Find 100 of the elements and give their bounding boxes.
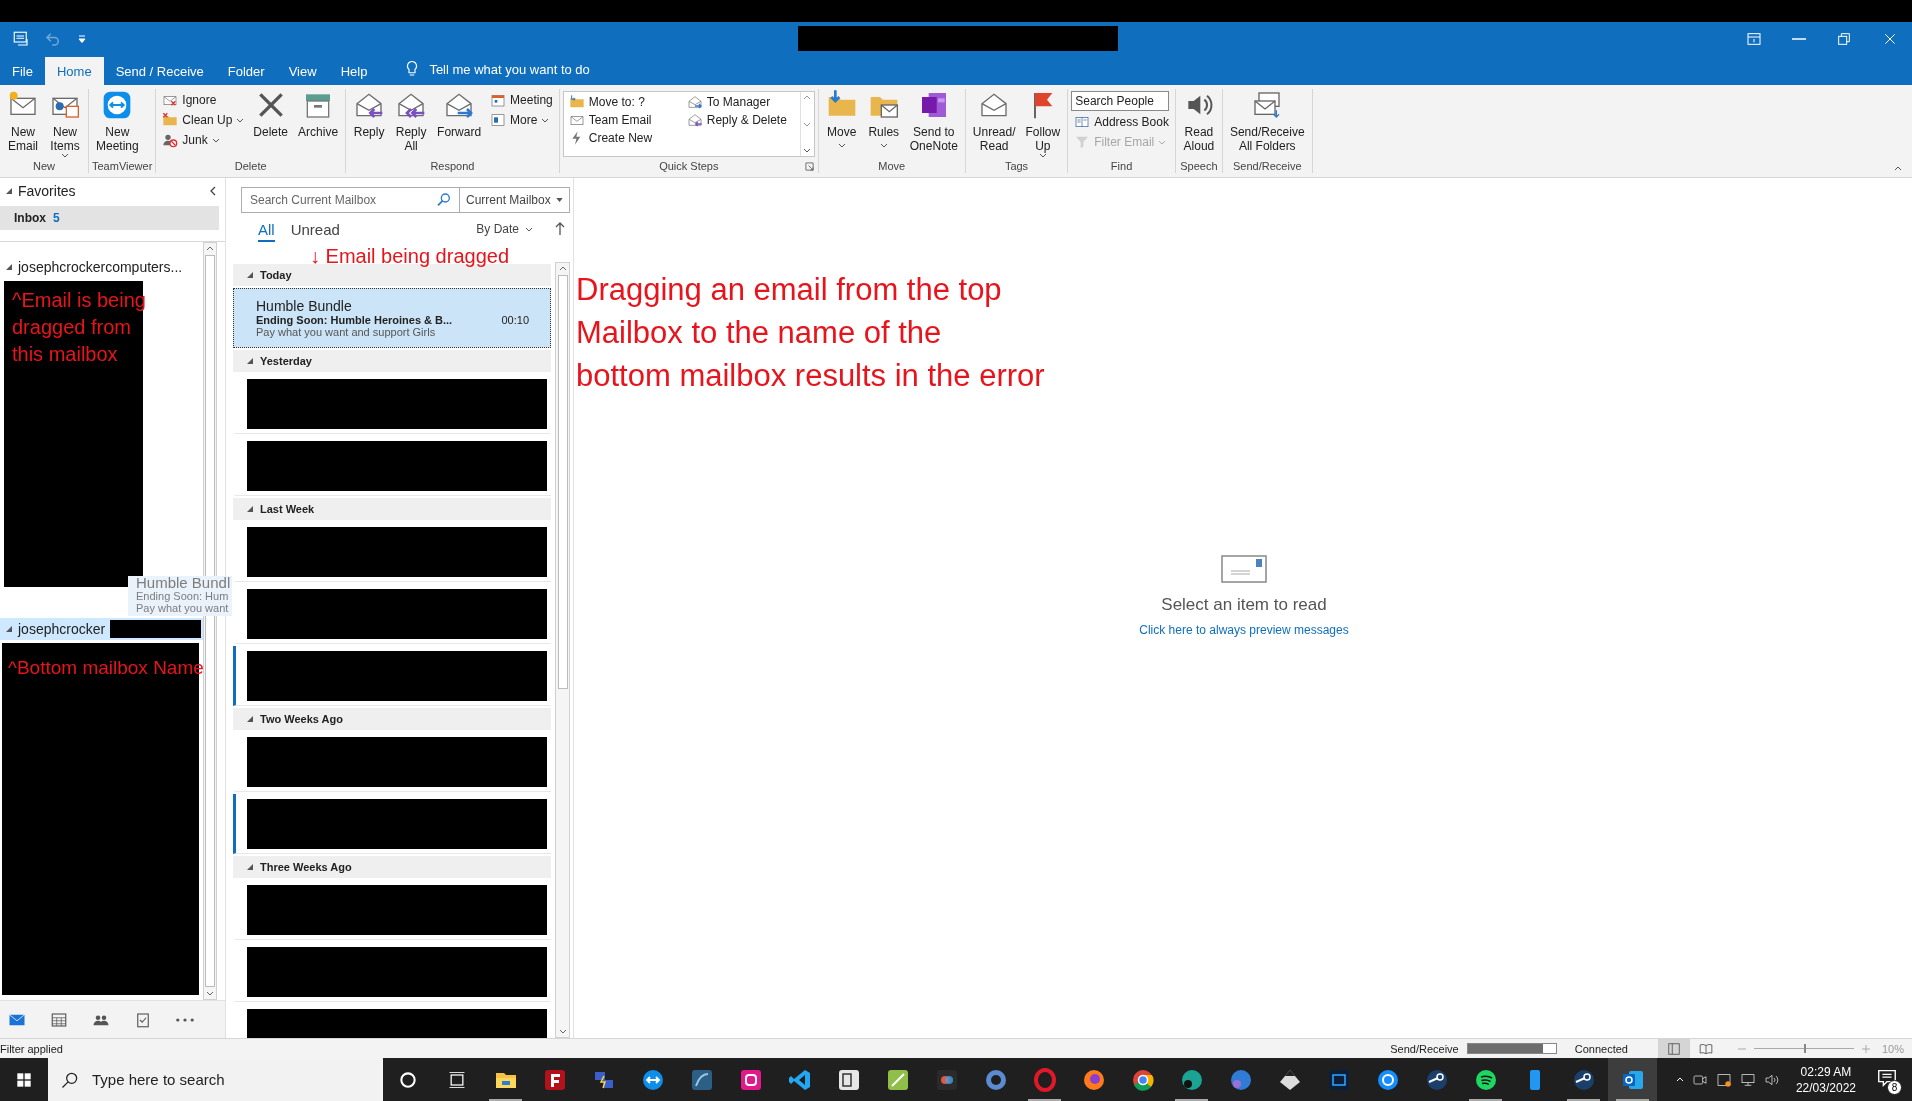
collapse-icon[interactable]	[209, 186, 217, 196]
zoom-level: 10%	[1881, 1042, 1904, 1055]
quick-step-button[interactable]: Create New	[565, 129, 680, 147]
ribbon-button[interactable]: New Email	[3, 89, 43, 153]
account-header[interactable]: josephcrocker	[0, 618, 203, 640]
quick-step-button[interactable]: Team Email	[565, 111, 680, 129]
group-label: New	[33, 159, 55, 173]
annotation-text: ↓ Email being dragged	[310, 245, 509, 267]
search-icon	[436, 192, 452, 208]
section-title[interactable]: Favorites	[18, 183, 76, 199]
app-icon	[1571, 1067, 1596, 1092]
ribbon-button[interactable]: More	[487, 111, 556, 129]
reading-view-icon	[1698, 1041, 1713, 1056]
ribbon-options-icon	[1746, 30, 1762, 47]
restore-icon	[1836, 30, 1852, 47]
group-header[interactable]: Three Weeks Ago	[233, 856, 551, 878]
envelope-icon	[686, 112, 703, 128]
normal-view-icon	[1666, 1041, 1681, 1056]
notifications-button[interactable]: 8	[1872, 1064, 1902, 1095]
app-icon	[542, 1067, 567, 1092]
account-header[interactable]: josephcrockercomputers...	[0, 256, 203, 278]
search-people-field[interactable]: Search People	[1071, 91, 1170, 111]
customize-icon	[76, 32, 88, 45]
ribbon-button[interactable]: Delete	[249, 89, 293, 139]
ribbon-button[interactable]: Rules	[863, 89, 904, 148]
ribbon-button[interactable]: Clean Up	[159, 111, 248, 129]
message-item[interactable]	[233, 794, 551, 854]
tell-me-field[interactable]: Tell me what you want to do	[379, 57, 602, 85]
notification-count: 8	[1887, 1079, 1902, 1095]
ribbon-button[interactable]: Reply	[349, 89, 390, 139]
ribbon-button[interactable]: New Items	[45, 89, 85, 158]
dialog-launcher-icon[interactable]	[804, 162, 814, 171]
app-icon	[787, 1067, 812, 1092]
scope-dropdown[interactable]: Current Mailbox	[460, 187, 570, 213]
ribbon-button[interactable]: Unread/ Read	[968, 89, 1020, 153]
calendar-icon	[490, 92, 507, 108]
ribbon-tab[interactable]: View	[276, 57, 329, 85]
ribbon-button[interactable]: Address Book	[1071, 113, 1172, 131]
group-header[interactable]: Last Week	[233, 498, 551, 520]
calendar-icon	[50, 1010, 68, 1029]
ribbon-tab[interactable]: Folder	[215, 57, 277, 85]
ribbon-button[interactable]: Move	[821, 89, 862, 148]
message-item[interactable]	[233, 646, 551, 706]
quick-step-button[interactable]: To Manager	[683, 93, 798, 111]
filter-tab[interactable]: Unread	[290, 216, 340, 242]
ribbon-tab[interactable]: Help	[328, 57, 380, 85]
ribbon-button[interactable]: New Meeting	[92, 89, 143, 153]
ribbon-button[interactable]: Follow Up	[1021, 89, 1065, 158]
app-icon	[1375, 1067, 1400, 1092]
message-item[interactable]: Humble Bundle Ending Soon: Humble Heroines & B... 00:10 Pay what you want and support Girls	[233, 288, 551, 348]
app-icon	[983, 1067, 1008, 1092]
clock-time[interactable]: 02:29 AM	[1800, 1063, 1852, 1080]
sort-arrow-icon[interactable]	[555, 222, 565, 236]
ribbon-button[interactable]: Meeting	[487, 91, 556, 109]
app-icon	[1473, 1067, 1498, 1092]
scrollbar-thumb[interactable]	[557, 275, 568, 689]
ribbon-button[interactable]: Archive	[294, 89, 343, 139]
search-field[interactable]: Search Current Mailbox	[241, 187, 460, 213]
app-icon	[689, 1067, 714, 1092]
ribbon-button[interactable]: Read Aloud	[1178, 89, 1219, 153]
caret-icon	[556, 198, 563, 202]
ribbon-tab[interactable]: Send / Receive	[103, 57, 216, 85]
group-label: Move	[878, 159, 906, 173]
app-icon	[934, 1067, 959, 1092]
group-label: Find	[1110, 159, 1133, 173]
address-book-icon	[1074, 114, 1091, 130]
sort-dropdown[interactable]: By Date	[470, 221, 539, 237]
more-icon	[176, 1017, 194, 1022]
view-button[interactable]	[1657, 1039, 1690, 1058]
group-header[interactable]: Yesterday	[233, 350, 551, 372]
ribbon-tab[interactable]: File	[0, 57, 45, 85]
account-name: josephcrocker	[18, 621, 106, 637]
person-icon	[162, 132, 179, 148]
preview-link[interactable]: Click here to always preview messages	[1139, 623, 1349, 637]
status-text: Connected	[1574, 1042, 1628, 1055]
group-header[interactable]: Two Weeks Ago	[233, 708, 551, 730]
quick-step-button[interactable]: Move to: ?	[565, 93, 680, 111]
annotation-text: Dragging an email from the top Mailbox to the name of the bottom mailbox results in the error	[576, 271, 1045, 395]
clock-date[interactable]: 22/03/2022	[1795, 1079, 1856, 1096]
filter-tab[interactable]: All	[258, 216, 275, 242]
ribbon-button[interactable]: Reply All	[391, 89, 432, 153]
message-preview: Pay what you want and support Girls	[256, 325, 437, 338]
ribbon-button[interactable]: Forward	[433, 89, 486, 139]
ribbon-button[interactable]: Send/Receive All Folders	[1225, 89, 1309, 153]
caret-icon	[803, 95, 812, 100]
minimize-icon[interactable]	[1792, 37, 1806, 40]
app-icon	[836, 1067, 861, 1092]
app-icon	[1179, 1067, 1204, 1092]
drag-preview: Humble Bundl Ending Soon: Hum Pay what you want	[128, 576, 232, 616]
app-icon	[885, 1067, 910, 1092]
empty-message: Select an item to read	[1161, 595, 1327, 615]
folder-item[interactable]: Inbox 5	[0, 206, 219, 230]
taskbar-search-field[interactable]: Type here to search	[48, 1058, 383, 1101]
ribbon-button[interactable]: Send to OneNote	[905, 89, 962, 153]
ribbon-tab[interactable]: Home	[44, 57, 104, 85]
ribbon-button[interactable]: Junk	[159, 131, 248, 149]
ribbon-button[interactable]: Ignore	[159, 91, 248, 109]
quick-step-button[interactable]: Reply & Delete	[683, 111, 798, 129]
app-icon	[1424, 1067, 1449, 1092]
send-receive-icon	[12, 29, 30, 48]
